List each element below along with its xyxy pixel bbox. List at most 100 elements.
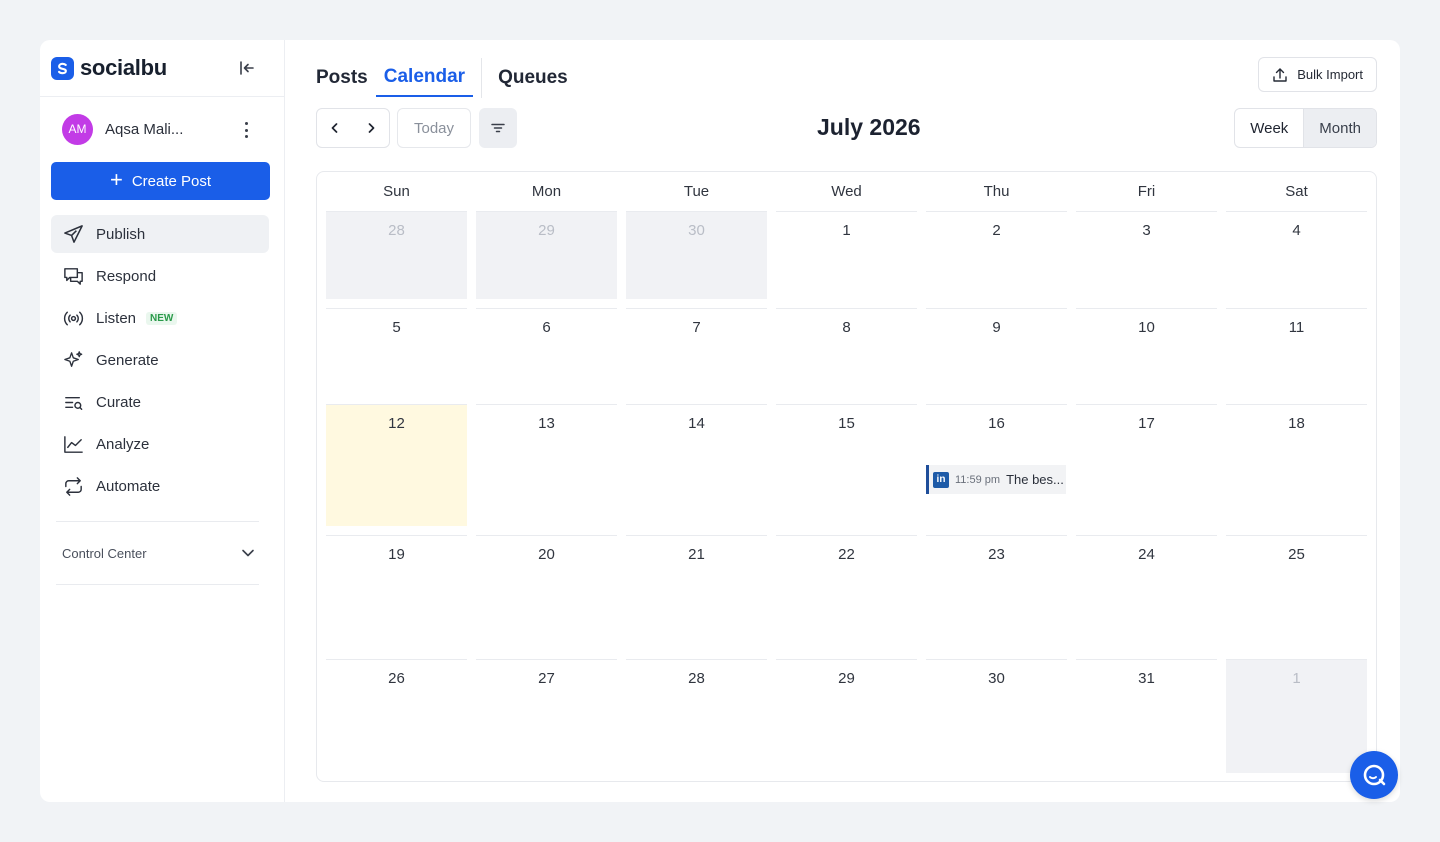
calendar-day-cell[interactable]: 28: [326, 211, 467, 299]
calendar-day-cell[interactable]: 31: [1076, 659, 1217, 773]
calendar-day-cell[interactable]: 19: [326, 535, 467, 659]
calendar-day-cell[interactable]: 10: [1076, 308, 1217, 404]
weekday-header: Wed: [831, 182, 862, 200]
avatar: AM: [62, 113, 93, 145]
week-view-button[interactable]: Week: [1235, 109, 1303, 147]
scheduled-post-event[interactable]: in 11:59 pm The bes...: [926, 465, 1066, 494]
day-number: 11: [1288, 319, 1305, 336]
day-number: 10: [1138, 319, 1155, 336]
calendar-day-cell[interactable]: 12: [326, 404, 467, 526]
collapse-sidebar-icon[interactable]: [236, 57, 258, 79]
calendar-day-cell[interactable]: 2: [926, 211, 1067, 299]
tab-posts[interactable]: Posts: [316, 58, 376, 97]
calendar-day-cell[interactable]: 25: [1226, 535, 1367, 659]
calendar-day-cell[interactable]: 28: [626, 659, 767, 773]
day-number: 23: [988, 546, 1005, 563]
user-profile[interactable]: AM Aqsa Mali...: [40, 97, 284, 161]
weekday-header: Thu: [983, 182, 1010, 200]
plus-icon: +: [109, 167, 123, 192]
view-tabs: Posts Calendar Queues: [316, 57, 576, 98]
day-number: 21: [688, 546, 705, 563]
sidebar-item-label: Respond: [96, 267, 157, 285]
calendar-day-cell[interactable]: 24: [1076, 535, 1217, 659]
calendar-day-cell[interactable]: 11: [1226, 308, 1367, 404]
calendar-day-cell[interactable]: 29: [776, 659, 917, 773]
more-options-icon[interactable]: [238, 119, 254, 141]
calendar-day-cell[interactable]: 7: [626, 308, 767, 404]
calendar-day-cell[interactable]: 26: [326, 659, 467, 773]
calendar-day-cell[interactable]: 13: [476, 404, 617, 526]
day-number: 9: [992, 319, 1001, 336]
day-number: 16: [988, 415, 1005, 432]
calendar-day-cell[interactable]: 22: [776, 535, 917, 659]
weekday-header: Tue: [683, 182, 710, 200]
prev-month-button[interactable]: [317, 109, 353, 147]
calendar-day-cell[interactable]: 6: [476, 308, 617, 404]
control-center-label: Control Center: [62, 545, 147, 561]
calendar-day-cell[interactable]: 9: [926, 308, 1067, 404]
tab-divider: [481, 57, 483, 98]
calendar-day-cell[interactable]: 17: [1076, 404, 1217, 526]
calendar-day-cell[interactable]: 4: [1226, 211, 1367, 299]
day-number: 1: [842, 222, 851, 239]
chat-icon: [64, 267, 83, 285]
sidebar-item-listen[interactable]: Listen NEW: [51, 299, 269, 337]
calendar-day-cell[interactable]: 30: [626, 211, 767, 299]
tab-calendar[interactable]: Calendar: [375, 58, 474, 97]
sidebar-item-label: Automate: [96, 477, 161, 495]
event-time: 11:59 pm: [955, 473, 1001, 486]
calendar-day-cell[interactable]: 30: [926, 659, 1067, 773]
support-chat-button[interactable]: [1350, 751, 1398, 799]
sidebar-item-generate[interactable]: Generate: [51, 341, 269, 379]
sidebar-item-label: Curate: [96, 393, 142, 411]
calendar-day-cell[interactable]: 15: [776, 404, 917, 526]
upload-icon: [1273, 67, 1287, 82]
sidebar-item-analyze[interactable]: Analyze: [51, 425, 269, 463]
calendar-day-cell[interactable]: 27: [476, 659, 617, 773]
calendar-day-cell[interactable]: 3: [1076, 211, 1217, 299]
sidebar-item-curate[interactable]: Curate: [51, 383, 269, 421]
calendar-day-cell[interactable]: 1: [1226, 659, 1367, 773]
calendar-day-cell[interactable]: 23: [926, 535, 1067, 659]
main-content: Posts Calendar Queues Bulk Import Today …: [285, 40, 1400, 802]
day-number: 1: [1292, 670, 1301, 687]
event-title: The bes...: [1006, 472, 1064, 487]
day-number: 24: [1138, 546, 1155, 563]
sidebar-item-automate[interactable]: Automate: [51, 467, 269, 505]
calendar-day-cell[interactable]: 20: [476, 535, 617, 659]
day-number: 4: [1292, 222, 1301, 239]
calendar-day-cell[interactable]: 8: [776, 308, 917, 404]
next-month-button[interactable]: [353, 109, 389, 147]
day-number: 12: [388, 415, 405, 432]
day-number: 29: [838, 670, 855, 687]
create-post-button[interactable]: + Create Post: [51, 162, 270, 200]
weekday-header: Fri: [1137, 182, 1156, 200]
chevron-down-icon: [242, 549, 254, 557]
divider: [56, 584, 259, 585]
create-post-label: Create Post: [131, 172, 212, 190]
day-number: 28: [688, 670, 705, 687]
chevron-right-icon: [368, 123, 375, 133]
calendar-day-cell[interactable]: 18: [1226, 404, 1367, 526]
month-view-button[interactable]: Month: [1303, 109, 1376, 147]
control-center-toggle[interactable]: Control Center: [40, 522, 284, 584]
day-number: 18: [1288, 415, 1305, 432]
day-number: 31: [1138, 670, 1155, 687]
day-number: 28: [388, 222, 405, 239]
day-number: 25: [1288, 546, 1305, 563]
bulk-import-button[interactable]: Bulk Import: [1258, 57, 1377, 92]
brand-name: socialbu: [80, 55, 167, 80]
calendar-day-cell[interactable]: 16 in 11:59 pm The bes...: [926, 404, 1067, 526]
calendar-day-cell[interactable]: 14: [626, 404, 767, 526]
sidebar-nav: Publish Respond Listen NEW Generate Cura…: [40, 215, 284, 505]
filter-button[interactable]: [479, 108, 517, 148]
today-button[interactable]: Today: [397, 108, 471, 148]
calendar-day-cell[interactable]: 1: [776, 211, 917, 299]
calendar-day-cell[interactable]: 5: [326, 308, 467, 404]
calendar-day-cell[interactable]: 21: [626, 535, 767, 659]
tab-queues[interactable]: Queues: [490, 58, 576, 97]
sidebar-item-respond[interactable]: Respond: [51, 257, 269, 295]
socialbu-logo-icon: [51, 56, 74, 80]
sidebar-item-publish[interactable]: Publish: [51, 215, 269, 253]
calendar-day-cell[interactable]: 29: [476, 211, 617, 299]
